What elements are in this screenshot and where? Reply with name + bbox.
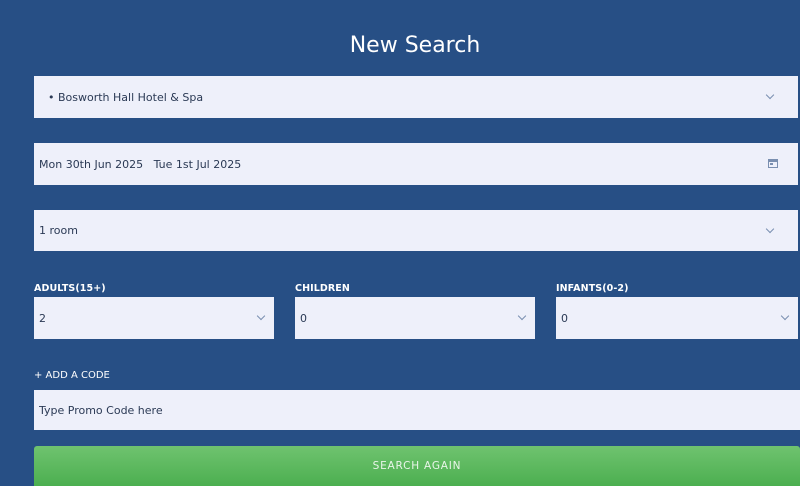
children-select-value: 0 [300,311,307,325]
rooms-select-value: 1 room [39,224,78,237]
infants-label: INFANTS(0-2) [556,283,629,294]
date-range-field[interactable]: Mon 30th Jun 2025 Tue 1st Jul 2025 [34,143,798,185]
chevron-down-icon [765,90,775,100]
infants-select-value: 0 [561,311,568,325]
adults-select[interactable]: 2 [34,297,274,339]
page-title: New Search [349,33,481,58]
promo-code-input[interactable] [34,390,800,430]
chevron-down-icon [517,311,527,321]
date-range-value: Mon 30th Jun 2025 Tue 1st Jul 2025 [39,157,242,171]
chevron-down-icon [780,311,790,321]
adults-label: ADULTS(15+) [34,283,106,294]
children-label: CHILDREN [295,283,350,294]
chevron-down-icon [765,224,775,234]
add-code-link[interactable]: + ADD A CODE [34,370,110,381]
calendar-icon[interactable] [768,159,778,168]
adults-select-value: 2 [39,311,46,325]
rooms-select[interactable]: 1 room [34,210,798,251]
search-again-button[interactable]: SEARCH AGAIN [34,446,800,486]
infants-select[interactable]: 0 [556,297,798,339]
children-select[interactable]: 0 [295,297,535,339]
hotel-select-value: • Bosworth Hall Hotel & Spa [48,90,204,104]
new-search-panel: New Search • Bosworth Hall Hotel & Spa M… [0,0,800,486]
hotel-select[interactable]: • Bosworth Hall Hotel & Spa [34,76,798,118]
chevron-down-icon [256,311,266,321]
